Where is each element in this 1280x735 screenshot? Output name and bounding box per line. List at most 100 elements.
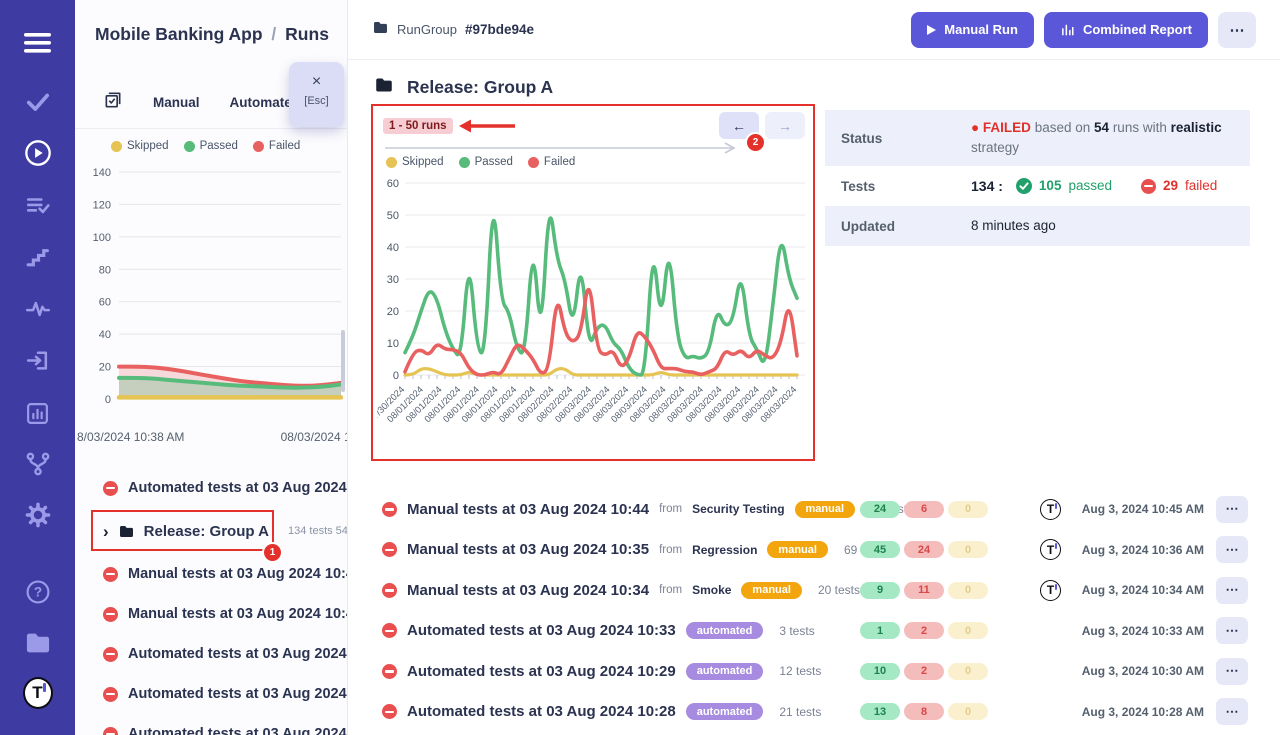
sidebar-group-item-release-group-a[interactable]: › Release: Group A 134 tests 54 r 1 bbox=[75, 508, 347, 554]
failed-status-icon bbox=[103, 567, 118, 582]
skipped-pill: 0 bbox=[948, 703, 988, 720]
failed-status-icon bbox=[382, 623, 397, 638]
runs-tree-list: Automated tests at 03 Aug 2024 10 › Rele… bbox=[75, 468, 347, 735]
testomat-logo[interactable]: T bbox=[23, 678, 53, 708]
run-row[interactable]: Automated tests at 03 Aug 2024 10:33 aut… bbox=[348, 611, 1280, 652]
legend-item: Failed bbox=[253, 140, 300, 152]
result-pills: 1 2 0 bbox=[860, 622, 988, 639]
result-pills: 45 24 0 bbox=[860, 541, 988, 558]
group-folder-icon bbox=[118, 524, 135, 539]
failed-status-icon bbox=[382, 583, 397, 598]
chevron-right-icon[interactable]: › bbox=[103, 523, 109, 540]
failed-status-icon bbox=[382, 664, 397, 679]
pager-next-button[interactable]: → bbox=[765, 112, 805, 139]
sidebar-run-item[interactable]: Automated tests at 03 Aug 2024 10 bbox=[75, 468, 347, 508]
svg-text:0: 0 bbox=[393, 370, 399, 382]
help-question-icon[interactable]: ? bbox=[23, 577, 53, 607]
row-more-button[interactable]: ⋯ bbox=[1216, 617, 1248, 644]
svg-text:10: 10 bbox=[387, 338, 399, 350]
milestones-stairs-icon[interactable] bbox=[23, 242, 53, 272]
legend-item: Failed bbox=[528, 156, 575, 168]
sidebar-run-item[interactable]: Automated tests at 03 Aug 2024 10 bbox=[75, 674, 347, 714]
menu-icon[interactable] bbox=[23, 28, 53, 58]
failed-status-icon bbox=[382, 502, 397, 517]
sidebar-run-item[interactable]: Automated tests at 03 Aug 2024 1 bbox=[75, 714, 347, 735]
pulse-activity-icon[interactable] bbox=[23, 294, 53, 324]
runs-range-label: 1 - 50 runs bbox=[383, 118, 453, 134]
legend-item: Skipped bbox=[111, 140, 169, 152]
release-group-header: Release: Group A bbox=[374, 76, 553, 99]
annotation-badge-1: 1 bbox=[264, 544, 281, 561]
legend-item: Passed bbox=[184, 140, 238, 152]
svg-text:40: 40 bbox=[387, 242, 399, 254]
run-timestamp: Aug 3, 2024 10:36 AM bbox=[1044, 543, 1204, 557]
run-timestamp: Aug 3, 2024 10:34 AM bbox=[1044, 583, 1204, 597]
run-row[interactable]: Automated tests at 03 Aug 2024 10:28 aut… bbox=[348, 692, 1280, 733]
branches-icon[interactable] bbox=[23, 449, 53, 479]
runs-play-icon[interactable] bbox=[23, 138, 53, 168]
legend-dot-icon bbox=[459, 157, 470, 168]
result-pills: 9 11 0 bbox=[860, 582, 988, 599]
row-more-button[interactable]: ⋯ bbox=[1216, 698, 1248, 725]
run-type-badge: manual bbox=[795, 501, 856, 518]
breadcrumb-project[interactable]: Mobile Banking App bbox=[95, 24, 263, 44]
status-panel: Status ● FAILED based on 54 runs with re… bbox=[825, 110, 1250, 246]
passed-pill: 9 bbox=[860, 582, 900, 599]
legend-item: Passed bbox=[459, 156, 513, 168]
topbar-more-button[interactable]: ⋯ bbox=[1218, 12, 1256, 48]
row-more-button[interactable]: ⋯ bbox=[1216, 577, 1248, 604]
left-chart-x-axis: 8/03/2024 10:38 AM 08/03/2024 10:39 bbox=[75, 430, 347, 446]
run-timestamp: Aug 3, 2024 10:28 AM bbox=[1044, 705, 1204, 719]
chart-pager: ← 2 → bbox=[719, 112, 805, 139]
test-plans-icon[interactable] bbox=[23, 191, 53, 221]
main-topbar: RunGroup #97bde94e Manual Run Combined R… bbox=[348, 0, 1280, 60]
import-signin-icon[interactable] bbox=[23, 345, 53, 375]
run-type-badge: automated bbox=[686, 663, 764, 680]
status-failed-word: FAILED bbox=[983, 120, 1031, 135]
skipped-pill: 0 bbox=[948, 501, 988, 518]
manual-run-button[interactable]: Manual Run bbox=[911, 12, 1034, 48]
legend-dot-icon bbox=[111, 141, 122, 152]
svg-text:80: 80 bbox=[99, 264, 111, 276]
failed-pill: 8 bbox=[904, 703, 944, 720]
breadcrumb: Mobile Banking App / Runs bbox=[95, 24, 329, 45]
result-pills: 10 2 0 bbox=[860, 663, 988, 680]
run-row[interactable]: Manual tests at 03 Aug 2024 10:34 from S… bbox=[348, 570, 1280, 611]
sidebar-run-item[interactable]: Automated tests at 03 Aug 2024 10 bbox=[75, 634, 347, 674]
sidebar-run-item[interactable]: Manual tests at 03 Aug 2024 10:42 bbox=[75, 594, 347, 634]
runs-overview-chart: 140120100806040200 bbox=[83, 158, 343, 424]
tests-row: Tests 134 : 105 passed 29 failed bbox=[825, 166, 1250, 206]
nav-sidebar: ? T bbox=[0, 0, 75, 735]
tab-manual[interactable]: Manual bbox=[153, 95, 200, 110]
chart-annotation-box: 1 - 50 runs ← 2 → SkippedPassedFailed 01… bbox=[371, 104, 815, 461]
left-panel-scrollbar[interactable] bbox=[341, 330, 345, 392]
esc-close-popup[interactable]: × [Esc] bbox=[289, 62, 344, 127]
runs-side-panel: Mobile Banking App / Runs Manual Automat… bbox=[75, 0, 348, 735]
tests-check-icon[interactable] bbox=[23, 87, 53, 117]
analytics-bar-chart-icon[interactable] bbox=[23, 398, 53, 428]
tests-count: 12 tests bbox=[779, 664, 821, 678]
projects-folder-icon[interactable] bbox=[23, 628, 53, 658]
run-row[interactable]: Manual tests at 03 Aug 2024 10:44 from S… bbox=[348, 489, 1280, 530]
row-more-button[interactable]: ⋯ bbox=[1216, 658, 1248, 685]
passed-check-icon bbox=[1016, 178, 1032, 194]
legend-dot-icon bbox=[528, 157, 539, 168]
select-runs-icon[interactable] bbox=[103, 90, 123, 115]
group-a-trend-chart: 010203040506007/30/202408/01/202408/01/2… bbox=[377, 170, 813, 460]
row-more-button[interactable]: ⋯ bbox=[1216, 496, 1248, 523]
tests-count: 20 tests bbox=[818, 583, 860, 597]
svg-text:120: 120 bbox=[93, 199, 111, 211]
run-row[interactable]: Automated tests at 03 Aug 2024 10:29 aut… bbox=[348, 651, 1280, 692]
skipped-pill: 0 bbox=[948, 663, 988, 680]
legend-dot-icon bbox=[386, 157, 397, 168]
svg-text:140: 140 bbox=[93, 167, 111, 179]
combined-report-button[interactable]: Combined Report bbox=[1044, 12, 1208, 48]
row-more-button[interactable]: ⋯ bbox=[1216, 536, 1248, 563]
run-timestamp: Aug 3, 2024 10:45 AM bbox=[1044, 502, 1204, 516]
failed-pill: 11 bbox=[904, 582, 944, 599]
settings-gear-icon[interactable] bbox=[23, 500, 53, 530]
sidebar-run-item[interactable]: Manual tests at 03 Aug 2024 10:43 bbox=[75, 554, 347, 594]
close-icon[interactable]: × bbox=[289, 73, 344, 91]
run-row[interactable]: Manual tests at 03 Aug 2024 10:35 from R… bbox=[348, 530, 1280, 571]
rungroup-label: RunGroup bbox=[397, 22, 457, 37]
